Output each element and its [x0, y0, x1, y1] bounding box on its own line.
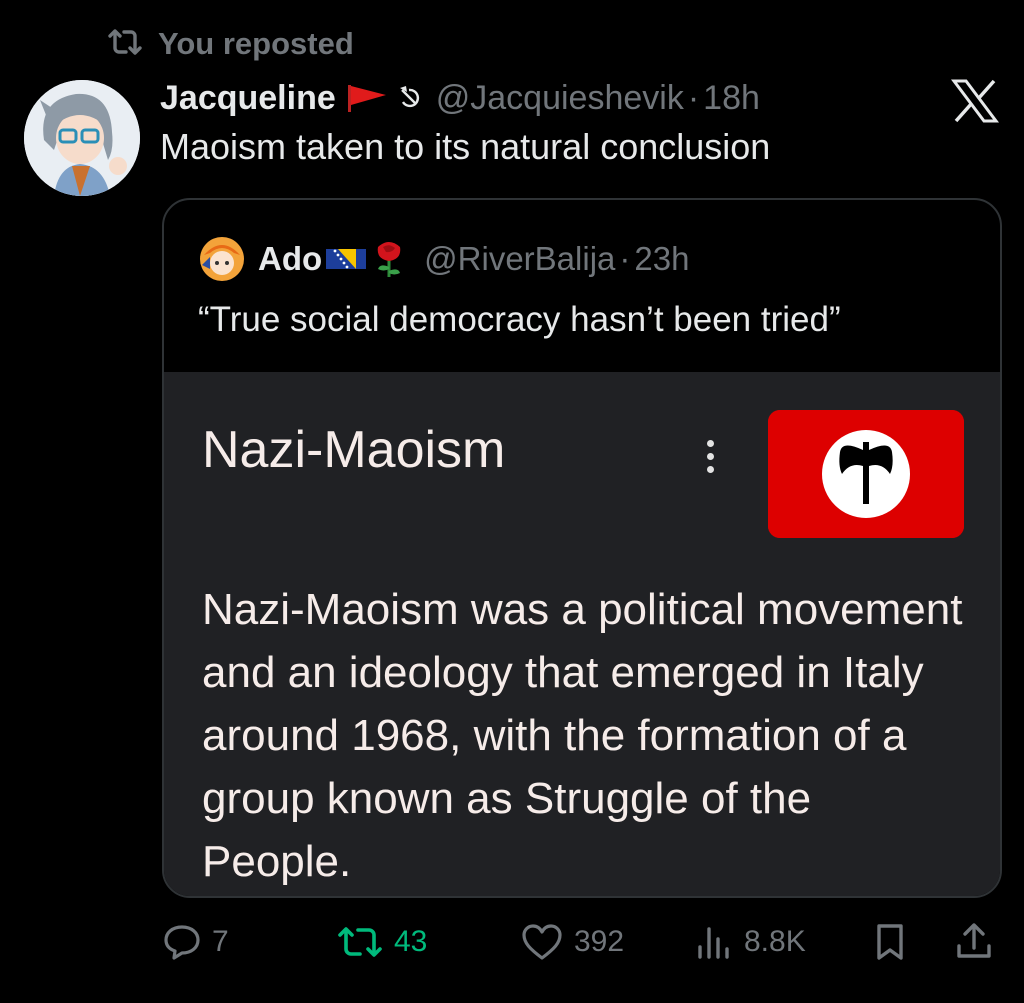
- separator-dot: ·: [619, 240, 631, 277]
- flag-image: [768, 410, 964, 538]
- reply-icon: [162, 923, 202, 961]
- quote-text: “True social democracy hasn’t been tried…: [198, 300, 841, 339]
- like-count: 392: [574, 925, 625, 958]
- like-button[interactable]: 392: [520, 916, 624, 968]
- media-description: Nazi-Maoism was a political movement and…: [202, 585, 963, 886]
- repost-button[interactable]: 43: [336, 916, 427, 968]
- views-chart-icon: [694, 923, 734, 961]
- bookmark-icon: [872, 922, 908, 962]
- reply-count: 7: [212, 925, 229, 958]
- author-handle[interactable]: @Jacquieshevik: [436, 79, 684, 118]
- post-header: Jacqueline @Jacquieshevik · 18h: [160, 74, 760, 122]
- post-timestamp[interactable]: 18h: [703, 79, 760, 118]
- repost-context: You reposted: [106, 24, 354, 64]
- author-name[interactable]: Jacqueline: [160, 79, 336, 118]
- share-button[interactable]: [954, 916, 994, 968]
- red-flag-icon: [346, 83, 388, 113]
- quoted-tweet-card[interactable]: Ado @RiverBalija · 23h “True social demo…: [162, 198, 1002, 898]
- post-text: Maoism taken to its natural conclusion: [160, 126, 771, 167]
- reply-button[interactable]: 7: [162, 916, 229, 968]
- quote-header: Ado @RiverBalija · 23h: [198, 236, 689, 282]
- avatar[interactable]: [24, 80, 140, 196]
- quote-avatar[interactable]: [198, 235, 246, 283]
- more-options-icon: [704, 440, 716, 478]
- media-title: Nazi-Maoism: [202, 421, 506, 479]
- quote-timestamp[interactable]: 23h: [634, 240, 689, 278]
- heart-icon: [520, 922, 564, 962]
- repost-icon: [336, 924, 384, 960]
- repost-label: You reposted: [158, 26, 354, 61]
- bookmark-button[interactable]: [872, 916, 908, 968]
- x-logo-icon: [950, 78, 1000, 124]
- rose-icon: [372, 239, 406, 279]
- quote-author-handle[interactable]: @RiverBalija: [424, 240, 615, 278]
- quote-media-screenshot[interactable]: Nazi-Maoism Nazi-Maoism was a political …: [164, 372, 1000, 896]
- hammer-sickle-icon: [396, 84, 424, 112]
- repost-count: 43: [394, 925, 428, 958]
- views-button[interactable]: 8.8K: [694, 916, 806, 968]
- views-count: 8.8K: [744, 925, 806, 958]
- quote-author-name[interactable]: Ado: [258, 240, 322, 278]
- share-icon: [954, 922, 994, 962]
- separator-dot: ·: [687, 78, 700, 117]
- bosnia-flag-icon: [326, 245, 367, 273]
- repost-icon: [106, 27, 144, 62]
